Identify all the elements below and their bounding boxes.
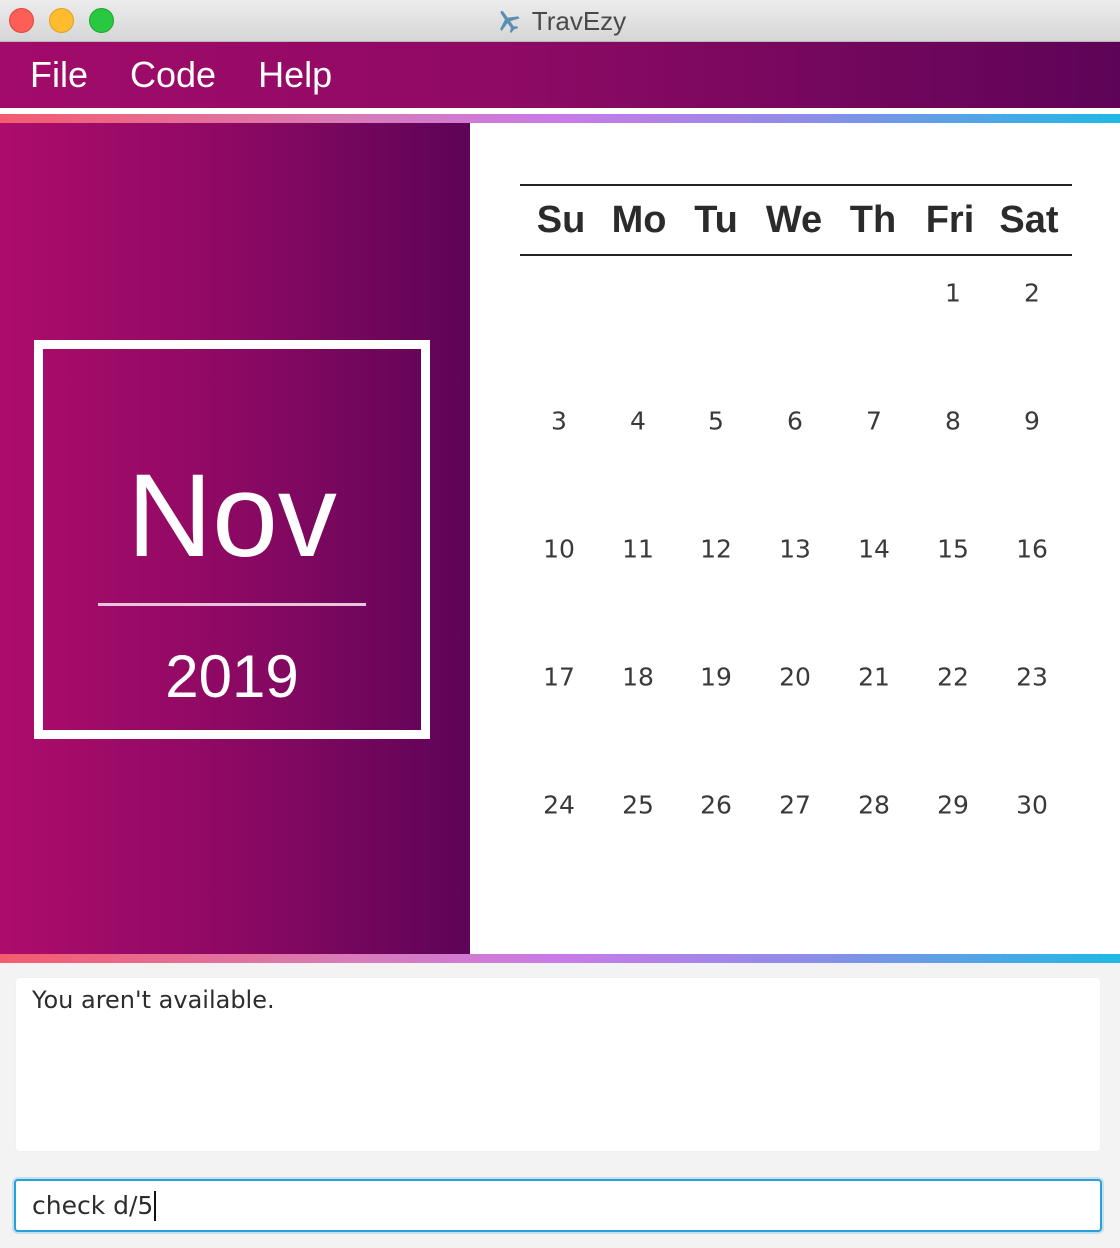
- calendar-day[interactable]: 16: [1016, 535, 1048, 564]
- calendar-day[interactable]: 15: [937, 535, 969, 564]
- gradient-divider-bottom: [0, 954, 1120, 963]
- result-display: You aren't available.: [16, 978, 1100, 1151]
- calendar-day[interactable]: 12: [700, 535, 732, 564]
- gradient-divider-top: [0, 114, 1120, 123]
- calendar-day[interactable]: 3: [551, 407, 567, 436]
- text-caret: [154, 1190, 157, 1221]
- calendar-day[interactable]: 17: [543, 663, 575, 692]
- calendar-day[interactable]: 13: [779, 535, 811, 564]
- window-titlebar: TravEzy: [0, 0, 1120, 42]
- calendar-day[interactable]: 1: [945, 279, 961, 308]
- calendar-day[interactable]: 20: [779, 663, 811, 692]
- weekday-label: Tu: [694, 198, 738, 241]
- calendar-day[interactable]: 10: [543, 535, 575, 564]
- calendar-day[interactable]: 23: [1016, 663, 1048, 692]
- calendar-day[interactable]: 2: [1024, 279, 1040, 308]
- calendar-day[interactable]: 6: [787, 407, 803, 436]
- month-divider: [98, 603, 366, 606]
- weekday-label: Mo: [611, 198, 667, 241]
- weekday-label: We: [765, 198, 823, 241]
- calendar-day[interactable]: 14: [858, 535, 890, 564]
- calendar-day[interactable]: 27: [779, 791, 811, 820]
- calendar-day[interactable]: 28: [858, 791, 890, 820]
- window-title-group: TravEzy: [0, 0, 1120, 42]
- menu-bar: File Code Help: [0, 42, 1120, 108]
- calendar-day[interactable]: 5: [708, 407, 724, 436]
- calendar-day[interactable]: 26: [700, 791, 732, 820]
- weekday-label: Fri: [925, 198, 975, 241]
- command-input-value: check d/5: [32, 1191, 154, 1220]
- calendar-day[interactable]: 24: [543, 791, 575, 820]
- calendar-day[interactable]: 30: [1016, 791, 1048, 820]
- weekday-label: Th: [849, 198, 897, 241]
- weekday-label: Su: [536, 198, 586, 241]
- weekday-header: Su Mo Tu We Th Fri Sat: [520, 184, 1072, 256]
- calendar-day[interactable]: 21: [858, 663, 890, 692]
- menu-help[interactable]: Help: [258, 54, 332, 96]
- month-name: Nov: [127, 450, 337, 582]
- calendar-panel: Su Mo Tu We Th Fri Sat 1 2 3 4 5 6 7 8 9 10 11 12 13…: [470, 123, 1120, 954]
- menu-code[interactable]: Code: [130, 54, 216, 96]
- calendar-day[interactable]: 4: [630, 407, 646, 436]
- window-title: TravEzy: [531, 5, 627, 36]
- calendar-day[interactable]: 7: [866, 407, 882, 436]
- calendar-day[interactable]: 19: [700, 663, 732, 692]
- month-year: 2019: [165, 643, 299, 710]
- menu-file[interactable]: File: [30, 54, 88, 96]
- airplane-icon: [494, 7, 522, 35]
- calendar-day[interactable]: 22: [937, 663, 969, 692]
- month-panel: Nov 2019: [0, 123, 470, 954]
- month-card: Nov 2019: [34, 340, 430, 739]
- calendar-day[interactable]: 8: [945, 407, 961, 436]
- calendar-day[interactable]: 9: [1024, 407, 1040, 436]
- result-text: You aren't available.: [32, 986, 275, 1014]
- calendar-day[interactable]: 29: [937, 791, 969, 820]
- calendar-day[interactable]: 25: [622, 791, 654, 820]
- weekday-label: Sat: [999, 198, 1059, 241]
- calendar-day[interactable]: 18: [622, 663, 654, 692]
- command-input[interactable]: check d/5: [14, 1179, 1102, 1232]
- calendar-day[interactable]: 11: [622, 535, 654, 564]
